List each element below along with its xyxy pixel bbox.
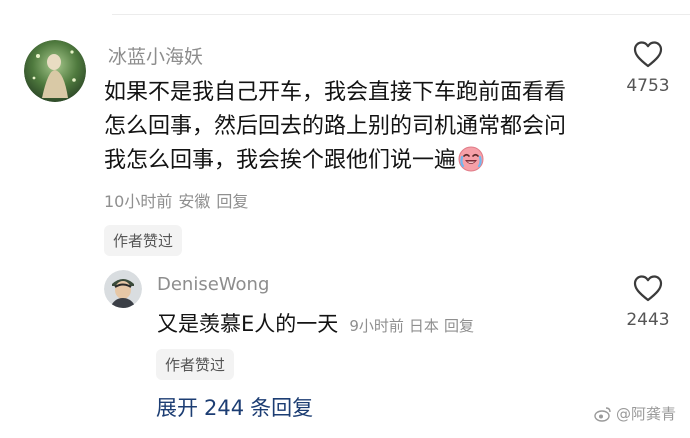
crying-laugh-emoji-icon	[458, 146, 484, 183]
comment-reply-button[interactable]: 回复	[216, 192, 248, 211]
comment-meta: 10小时前 安徽 回复	[104, 188, 254, 212]
watermark-text: @阿龚青	[615, 405, 676, 423]
comment-username[interactable]: 冰蓝小海妖	[108, 42, 203, 69]
reply-username[interactable]: DeniseWong	[157, 274, 269, 295]
comment-line: 怎么回事，然后回去的路上别的司机通常都会问	[104, 114, 567, 139]
expand-count: 244	[204, 396, 245, 420]
expand-prefix: 展开	[156, 396, 198, 420]
comment-like-count: 4753	[626, 76, 670, 96]
reply-avatar[interactable]	[104, 270, 142, 308]
expand-replies-link[interactable]: 展开 244 条回复	[156, 392, 313, 422]
reply-text: 又是羡慕E人的一天	[157, 312, 339, 336]
reply-like-count: 2443	[626, 310, 670, 330]
divider	[112, 14, 690, 15]
comment-line-last: 我怎么回事，我会挨个跟他们说一遍	[104, 144, 604, 178]
comment-line: 如果不是我自己开车，我会直接下车跑前面看看	[104, 80, 567, 105]
comment-text: 如果不是我自己开车，我会直接下车跑前面看看 怎么回事，然后回去的路上别的司机通常…	[104, 76, 604, 178]
reply-meta: 9小时前 日本 回复	[349, 317, 479, 335]
comment-line-text: 我怎么回事，我会挨个跟他们说一遍	[104, 148, 457, 173]
watermark: @阿龚青	[594, 403, 676, 424]
reply-location: 日本	[408, 317, 439, 335]
author-liked-badge: 作者赞过	[104, 225, 183, 256]
reply-author-liked-badge: 作者赞过	[156, 349, 235, 380]
expand-suffix: 条回复	[250, 396, 314, 420]
reply-reply-button[interactable]: 回复	[444, 317, 474, 335]
avatar[interactable]	[24, 40, 86, 102]
comment-time: 10小时前	[104, 192, 173, 211]
reply-content: 又是羡慕E人的一天 9小时前 日本 回复	[157, 308, 479, 338]
weibo-logo-icon	[594, 406, 611, 422]
heart-outline-icon[interactable]	[633, 274, 663, 302]
reply-like-button[interactable]: 2443	[618, 274, 678, 330]
comment-location: 安徽	[178, 192, 211, 211]
comment-like-button[interactable]: 4753	[618, 40, 678, 96]
heart-outline-icon[interactable]	[633, 40, 663, 68]
reply-time: 9小时前	[349, 317, 404, 335]
